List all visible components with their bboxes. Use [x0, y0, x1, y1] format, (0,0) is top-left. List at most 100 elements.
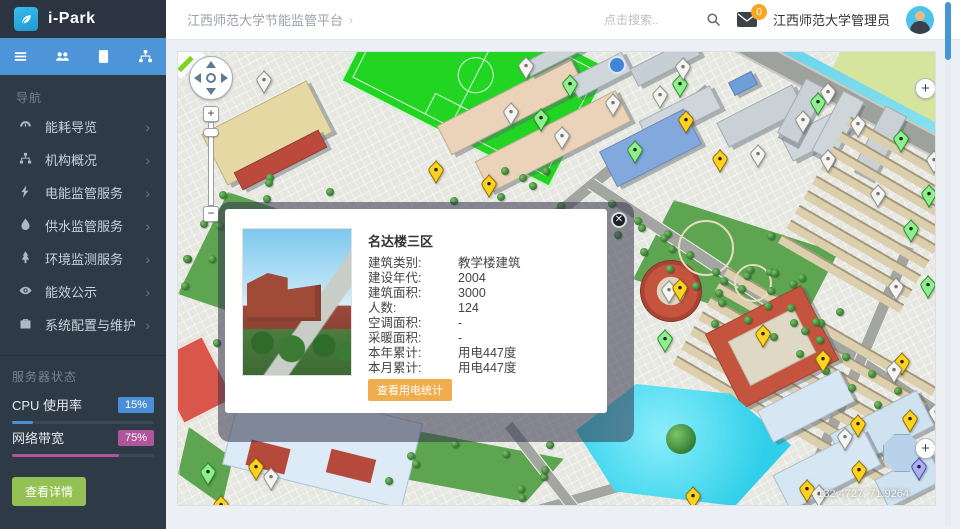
sidebar-item-机构概况[interactable]: 机构概况› [0, 143, 166, 176]
tab-orgchart-icon[interactable] [125, 38, 167, 75]
sidebar-item-供水监管服务[interactable]: 供水监管服务› [0, 209, 166, 242]
map-marker-green[interactable] [921, 184, 935, 208]
server-status-label: 服务器状态 [0, 356, 166, 391]
zoom-out-button[interactable]: − [203, 206, 219, 222]
pan-down-icon[interactable] [206, 88, 216, 95]
zoom-in-button[interactable]: + [203, 106, 219, 122]
sidebar-item-label: 电能监管服务 [45, 183, 123, 202]
tree-icon [868, 370, 876, 378]
sidebar-item-电能监管服务[interactable]: 电能监管服务› [0, 176, 166, 209]
pan-right-icon[interactable] [221, 73, 228, 83]
map-marker-white[interactable] [518, 56, 534, 80]
map-marker-white[interactable] [888, 277, 904, 301]
sidebar-item-系统配置与维护[interactable]: 系统配置与维护› [0, 308, 166, 341]
server-metrics: CPU 使用率15%网络带宽75% [0, 391, 166, 457]
tab-tablet-icon[interactable] [83, 38, 125, 75]
map-plus-button-bottom[interactable]: + [915, 438, 935, 459]
map-marker-white[interactable] [928, 402, 935, 426]
map-marker-white[interactable] [795, 110, 811, 134]
search-input[interactable] [604, 13, 690, 27]
tab-menu-icon[interactable] [0, 38, 42, 75]
map-marker-green[interactable] [903, 219, 919, 243]
map-marker-white[interactable] [503, 102, 519, 126]
map-marker-yellow[interactable] [672, 278, 688, 302]
map-marker-green[interactable] [533, 108, 549, 132]
pan-left-icon[interactable] [194, 73, 201, 83]
building-field-row: 人数:124 [368, 301, 588, 316]
avatar[interactable] [906, 6, 934, 34]
building-field-row: 空调面积:- [368, 316, 588, 331]
map-marker-white[interactable] [750, 144, 766, 168]
map-pan-control[interactable] [189, 56, 233, 100]
metric-value-badge: 75% [118, 430, 154, 446]
map-marker-green[interactable] [200, 462, 216, 486]
map-shape-43 [678, 220, 734, 276]
sidebar-item-能耗导览[interactable]: 能耗导览› [0, 110, 166, 143]
map-marker-yellow[interactable] [428, 160, 444, 184]
tree-icon [718, 299, 726, 307]
pan-up-icon[interactable] [206, 61, 216, 68]
tree-icon [326, 188, 334, 196]
map-marker-white[interactable] [605, 93, 621, 117]
map-marker-green[interactable] [893, 129, 909, 153]
tree-icon [894, 387, 902, 395]
map-marker-yellow[interactable] [902, 409, 918, 433]
username[interactable]: 江西师范大学管理员 [773, 10, 890, 29]
map-marker-yellow[interactable] [481, 174, 497, 198]
map-marker-purple[interactable] [911, 457, 927, 481]
field-label: 本月累计: [368, 361, 458, 376]
map-marker-white[interactable] [837, 427, 853, 451]
page-scrollbar[interactable] [945, 2, 951, 527]
view-electricity-stats-button[interactable]: 查看用电统计 [368, 379, 452, 401]
map-marker-green[interactable] [562, 74, 578, 98]
map-marker-green[interactable] [627, 140, 643, 164]
gauge-icon [18, 118, 33, 136]
map-marker-yellow[interactable] [755, 324, 771, 348]
map-marker-white[interactable] [820, 82, 836, 106]
search-icon[interactable] [706, 12, 721, 27]
tree-icon [738, 285, 746, 293]
scrollbar-thumb[interactable] [945, 2, 951, 60]
sidebar-nav: 能耗导览›机构概况›电能监管服务›供水监管服务›环境监测服务›能效公示›系统配置… [0, 110, 166, 341]
bolt-icon [18, 184, 33, 202]
tree-icon [848, 384, 856, 392]
map-marker-white[interactable] [820, 149, 836, 173]
map-marker-yellow[interactable] [248, 457, 264, 481]
map-marker-yellow[interactable] [213, 495, 229, 505]
sidebar: i-Park 导航 能耗导览›机构概况›电能监管服务›供水监管服务›环境监测服务… [0, 0, 166, 529]
map-marker-yellow[interactable] [712, 149, 728, 173]
map-marker-white[interactable] [652, 85, 668, 109]
field-value: 2004 [458, 271, 486, 286]
map-marker-yellow[interactable] [815, 349, 831, 373]
notification-badge: 0 [751, 4, 767, 20]
sidebar-item-能效公示[interactable]: 能效公示› [0, 275, 166, 308]
zoom-slider-handle[interactable] [203, 128, 219, 137]
field-value: - [458, 331, 462, 346]
map-marker-white[interactable] [926, 150, 935, 174]
map-marker-white[interactable] [886, 360, 902, 384]
map-marker-yellow[interactable] [685, 486, 701, 505]
building-fields: 建筑类别:教学楼建筑建设年代:2004建筑面积:3000人数:124空调面积:-… [368, 256, 588, 376]
close-icon[interactable]: ✕ [611, 212, 627, 228]
tree-icon [796, 350, 804, 358]
map-plus-button-top[interactable]: + [915, 78, 935, 99]
map-marker-white[interactable] [554, 126, 570, 150]
map-marker-white[interactable] [870, 184, 886, 208]
map-marker-white[interactable] [256, 70, 272, 94]
map-marker-yellow[interactable] [678, 110, 694, 134]
map-marker-white[interactable] [675, 57, 691, 81]
tree-icon [660, 234, 668, 242]
map-marker-white[interactable] [263, 467, 279, 491]
header-actions: 0 江西师范大学管理员 [604, 6, 960, 34]
map-marker-yellow[interactable] [851, 460, 867, 484]
map-marker-white[interactable] [850, 114, 866, 138]
sidebar-item-环境监测服务[interactable]: 环境监测服务› [0, 242, 166, 275]
pan-center-icon[interactable] [206, 73, 216, 83]
eye-icon [18, 283, 33, 301]
mail-icon[interactable]: 0 [737, 12, 757, 27]
campus-map[interactable]: + − + + 132.4727, 71.9264 名达楼三区 建筑类别:教学楼… [178, 52, 935, 505]
tab-users-icon[interactable] [42, 38, 84, 75]
map-marker-green[interactable] [920, 275, 935, 299]
view-details-button[interactable]: 查看详情 [12, 477, 86, 506]
map-marker-green[interactable] [657, 329, 673, 353]
